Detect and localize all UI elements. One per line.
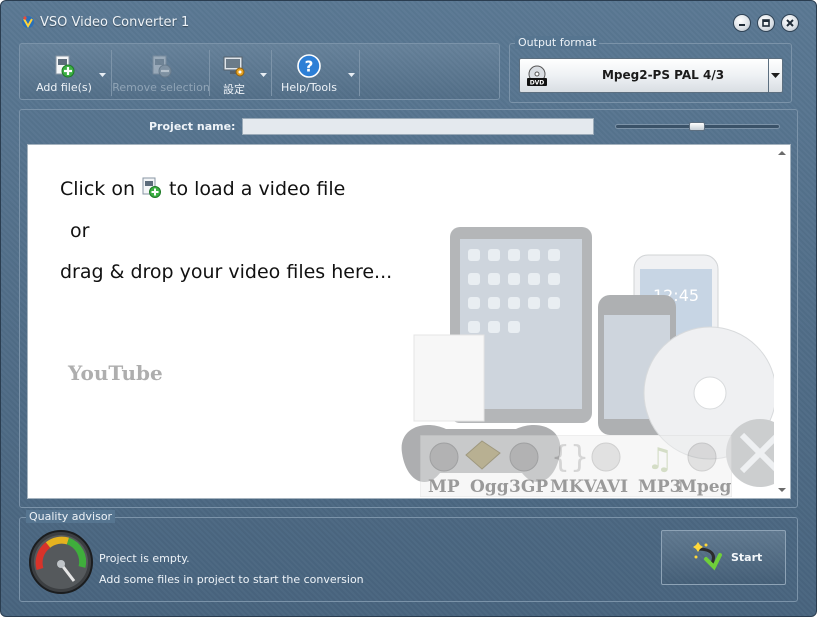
chevron-down-icon	[771, 73, 780, 78]
settings-monitor-icon	[223, 56, 245, 77]
remove-selection-label: Remove selection	[112, 81, 210, 94]
output-format-group: Output format DVD Mpeg2-PS PAL 4/3	[509, 36, 792, 103]
toolbar-separator	[359, 50, 360, 96]
svg-text:DVD: DVD	[530, 80, 545, 87]
svg-text:?: ?	[305, 58, 314, 76]
add-file-icon	[142, 177, 161, 198]
format-badge-3gp: 3GP	[509, 477, 549, 497]
format-badge-mp: MP	[428, 477, 460, 497]
settings-button[interactable]: 設定	[212, 44, 256, 99]
quality-hint-text: Add some files in project to start the c…	[99, 573, 364, 586]
output-format-dropdown[interactable]	[768, 59, 782, 92]
quality-advisor-label: Quality advisor	[26, 510, 116, 523]
title-bar[interactable]: VSO Video Converter 1	[1, 1, 816, 41]
magic-wand-arrow-icon	[693, 542, 722, 571]
start-label: Start	[731, 551, 763, 564]
output-format-select[interactable]: DVD Mpeg2-PS PAL 4/3	[519, 58, 783, 93]
maximize-icon	[762, 19, 770, 27]
help-tools-button[interactable]: ? Help/Tools	[274, 44, 344, 99]
output-format-value: Mpeg2-PS PAL 4/3	[601, 68, 725, 82]
drop-hint-load-file: to load a video file	[169, 178, 346, 200]
settings-label: 設定	[223, 83, 245, 96]
svg-text:{}: {}	[551, 440, 589, 475]
file-drop-zone[interactable]: 12:45 YouTube {} ♫ MP Ogg 3GP MKV AVI MP…	[27, 144, 791, 499]
add-files-label: Add file(s)	[36, 81, 92, 94]
dvd-disc-icon: DVD	[527, 65, 547, 87]
project-name-input[interactable]	[242, 118, 594, 135]
quality-status-text: Project is empty.	[99, 552, 190, 565]
settings-dropdown-icon[interactable]	[259, 71, 268, 79]
scroll-up-icon[interactable]	[778, 150, 786, 156]
add-files-dropdown-icon[interactable]	[98, 71, 107, 79]
start-button[interactable]: Start	[661, 530, 786, 585]
toolbar-separator	[209, 50, 210, 96]
svg-text:♫: ♫	[647, 442, 674, 477]
format-badge-ogg: Ogg	[470, 477, 509, 497]
youtube-badge: YouTube	[68, 361, 163, 385]
main-toolbar: Add file(s) Remove selection 設定 ? Help/T…	[19, 43, 500, 100]
close-icon	[786, 19, 794, 27]
scroll-down-icon[interactable]	[778, 487, 786, 493]
drop-hint-drag-drop: drag & drop your video files here...	[60, 261, 393, 283]
close-button[interactable]	[781, 14, 799, 32]
maximize-button[interactable]	[757, 14, 775, 32]
zoom-slider-thumb[interactable]	[689, 122, 705, 131]
output-format-label: Output format	[515, 36, 600, 49]
app-window: VSO Video Converter 1 Add file(s) Remove…	[0, 0, 817, 617]
project-name-label: Project name:	[149, 120, 236, 133]
format-badge-mpeg: Mpeg	[678, 477, 732, 497]
help-tools-label: Help/Tools	[281, 81, 337, 94]
window-title: VSO Video Converter 1	[40, 15, 190, 30]
help-icon: ?	[297, 54, 321, 78]
quality-gauge-icon	[29, 530, 93, 594]
add-file-icon	[55, 55, 75, 78]
drop-hint-click-on: Click on	[60, 178, 135, 200]
format-badge-mkv: MKV	[550, 477, 597, 497]
help-tools-dropdown-icon[interactable]	[347, 71, 356, 79]
toolbar-separator	[271, 50, 272, 96]
minimize-button[interactable]	[733, 14, 751, 32]
remove-file-icon	[152, 55, 172, 78]
format-badge-mp3: MP3	[638, 477, 682, 497]
add-files-button[interactable]: Add file(s)	[24, 44, 104, 99]
vertical-scrollbar[interactable]	[774, 145, 790, 498]
app-logo-icon	[22, 16, 34, 29]
drop-hint-or: or	[70, 220, 90, 242]
format-badge-avi: AVI	[595, 477, 629, 497]
remove-selection-button[interactable]: Remove selection	[112, 44, 210, 99]
minimize-icon	[739, 24, 745, 26]
